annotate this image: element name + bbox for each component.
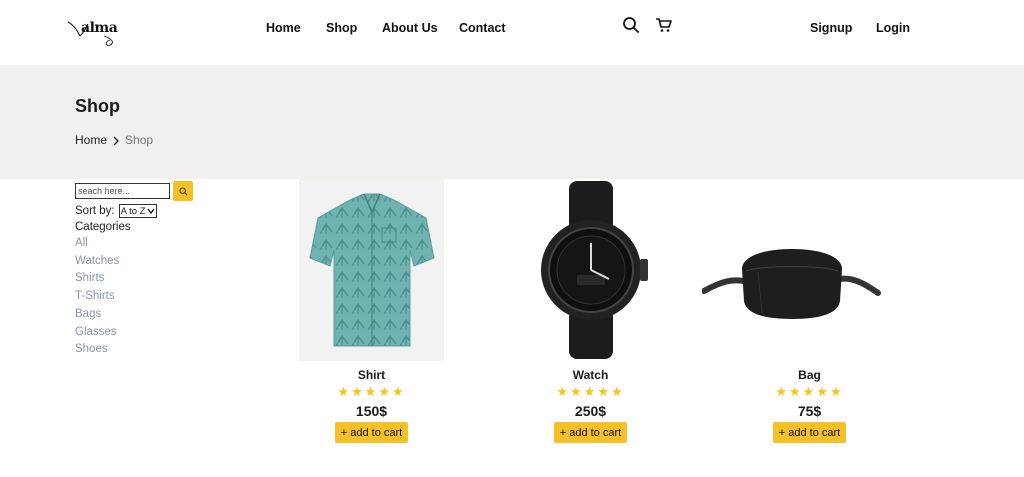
breadcrumb-current: Shop bbox=[125, 133, 154, 147]
product-image-watch[interactable] bbox=[518, 179, 663, 361]
category-bags[interactable]: Bags bbox=[75, 306, 275, 324]
product-price: 250$ bbox=[574, 403, 607, 419]
nav-home[interactable]: Home bbox=[266, 21, 301, 35]
product-card: Bag ★★★★★ 75$ + add to cart bbox=[702, 179, 882, 443]
sort-label: Sort by: bbox=[75, 205, 115, 217]
bag-image bbox=[702, 249, 881, 319]
categories-heading: Categories bbox=[75, 221, 131, 233]
category-shirts[interactable]: Shirts bbox=[75, 270, 275, 288]
category-t-shirts[interactable]: T-Shirts bbox=[75, 288, 275, 306]
search-button[interactable] bbox=[173, 181, 193, 201]
breadcrumb: Home Shop bbox=[75, 133, 153, 147]
add-to-cart-button[interactable]: + add to cart bbox=[773, 422, 846, 443]
category-shoes[interactable]: Shoes bbox=[75, 341, 275, 359]
nav-shop[interactable]: Shop bbox=[326, 21, 357, 35]
product-card: Watch ★★★★★ 250$ + add to cart bbox=[518, 179, 663, 443]
product-price: 75$ bbox=[797, 403, 822, 419]
chevron-down-icon bbox=[147, 208, 155, 214]
category-glasses[interactable]: Glasses bbox=[75, 324, 275, 342]
search-icon[interactable] bbox=[622, 16, 642, 36]
page-title: Shop bbox=[75, 96, 120, 116]
product-name[interactable]: Watch bbox=[518, 368, 663, 382]
cart-icon[interactable] bbox=[655, 16, 675, 36]
category-list: All Watches Shirts T-Shirts Bags Glasses… bbox=[75, 235, 275, 359]
page-banner: Shop Home Shop bbox=[0, 65, 1024, 179]
search-input[interactable] bbox=[75, 183, 170, 199]
nav-about-us[interactable]: About Us bbox=[382, 21, 438, 35]
add-to-cart-button[interactable]: + add to cart bbox=[554, 422, 627, 443]
login-link[interactable]: Login bbox=[876, 21, 910, 35]
product-name[interactable]: Bag bbox=[737, 368, 882, 382]
product-card: Shirt ★★★★★ 150$ + add to cart bbox=[299, 179, 444, 443]
product-price: 150$ bbox=[355, 403, 388, 419]
star-rating-icon: ★★★★★ bbox=[775, 384, 844, 399]
category-watches[interactable]: Watches bbox=[75, 253, 275, 271]
search-row bbox=[75, 181, 275, 201]
breadcrumb-home[interactable]: Home bbox=[75, 133, 107, 147]
signup-link[interactable]: Signup bbox=[810, 21, 852, 35]
star-rating-icon: ★★★★★ bbox=[337, 384, 406, 399]
logo-text: alma bbox=[81, 20, 118, 36]
sort-selected-value: A to Z bbox=[120, 205, 146, 217]
star-rating-icon: ★★★★★ bbox=[556, 384, 625, 399]
chevron-right-icon bbox=[111, 134, 121, 146]
watch-image bbox=[540, 181, 648, 359]
filter-sidebar: Sort by: A to Z Categories All Watches S… bbox=[75, 181, 275, 359]
product-image-shirt[interactable] bbox=[299, 179, 444, 361]
category-all[interactable]: All bbox=[75, 235, 275, 253]
add-to-cart-button[interactable]: + add to cart bbox=[335, 422, 408, 443]
search-icon bbox=[178, 186, 187, 195]
product-name[interactable]: Shirt bbox=[299, 368, 444, 382]
product-image-bag[interactable] bbox=[702, 179, 882, 361]
nav-contact[interactable]: Contact bbox=[459, 21, 506, 35]
logo[interactable]: alma bbox=[66, 14, 126, 48]
sort-row: Sort by: A to Z bbox=[75, 204, 275, 218]
shirt-image bbox=[308, 193, 435, 346]
sort-select[interactable]: A to Z bbox=[118, 204, 158, 218]
site-header: alma Home Shop About Us Contact Signup L… bbox=[0, 0, 1024, 65]
